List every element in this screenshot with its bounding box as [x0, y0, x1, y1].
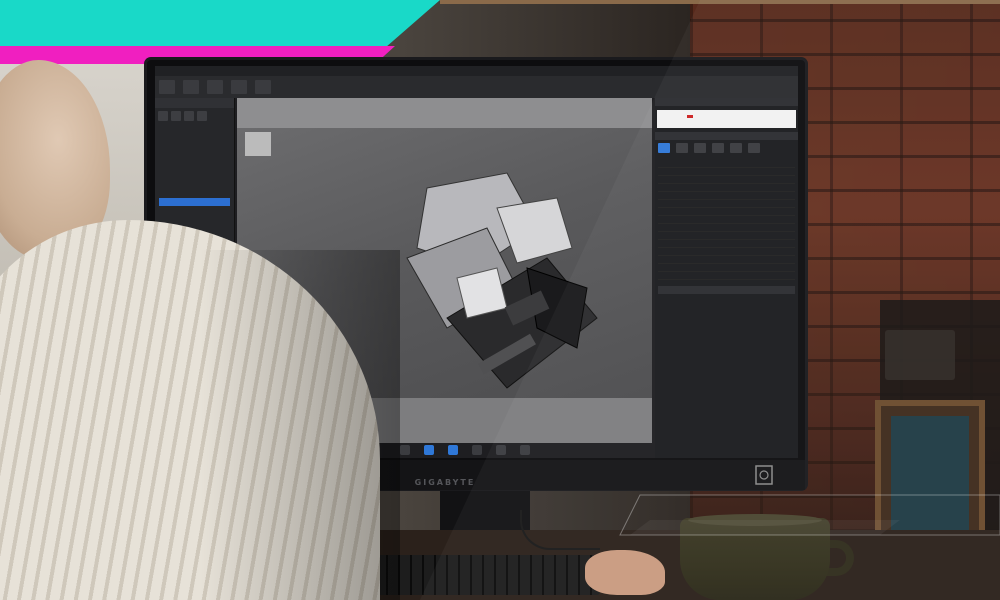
tree-row[interactable] — [658, 248, 795, 256]
tree-row[interactable] — [658, 184, 795, 192]
tree-row[interactable] — [658, 224, 795, 232]
scene-tabs — [655, 140, 798, 157]
dock-home-button[interactable] — [400, 445, 410, 455]
info-row — [658, 303, 795, 310]
dock-model-button[interactable] — [424, 445, 434, 455]
scene-tab[interactable] — [676, 143, 688, 154]
library-item[interactable] — [159, 174, 230, 182]
tree-row[interactable] — [658, 232, 795, 240]
info-row — [658, 331, 795, 338]
library-item[interactable] — [159, 166, 230, 174]
tool-icon[interactable] — [171, 111, 181, 121]
info-row — [658, 338, 795, 345]
render-icon — [520, 445, 530, 455]
library-toolbar — [155, 108, 234, 124]
library-item[interactable] — [159, 206, 230, 214]
library-item[interactable] — [159, 142, 230, 150]
scene-information-header — [658, 286, 795, 294]
library-item[interactable] — [159, 150, 230, 158]
light-icon — [496, 445, 506, 455]
ribbon-button[interactable] — [231, 80, 247, 94]
tree-row[interactable] — [658, 208, 795, 216]
tree-row[interactable] — [658, 160, 795, 168]
cube-icon — [424, 445, 434, 455]
scene-tab[interactable] — [730, 143, 742, 154]
ribbon-button[interactable] — [255, 80, 271, 94]
library-item[interactable] — [159, 126, 230, 134]
tree-row[interactable] — [658, 176, 795, 184]
tree-row[interactable] — [658, 200, 795, 208]
scene-tab[interactable] — [748, 143, 760, 154]
tree-row[interactable] — [658, 192, 795, 200]
library-item[interactable] — [159, 214, 230, 222]
library-item[interactable] — [159, 158, 230, 166]
framed-picture — [875, 400, 985, 550]
library-item[interactable] — [159, 190, 230, 198]
home-icon — [400, 445, 410, 455]
photo-scene: GIGABYTE — [0, 0, 1000, 600]
scene-tab[interactable] — [658, 143, 670, 154]
person-shadow — [200, 250, 400, 600]
app-menubar — [155, 66, 798, 76]
tree-row[interactable] — [658, 272, 795, 280]
viewport-backdrop — [237, 98, 652, 128]
speaker-icon — [755, 465, 773, 485]
dock-layers-button[interactable] — [448, 445, 458, 455]
info-row — [658, 324, 795, 331]
camera-icon — [472, 445, 482, 455]
tree-row[interactable] — [658, 264, 795, 272]
material-preview — [657, 110, 796, 128]
scene-tab[interactable] — [712, 143, 724, 154]
tree-row[interactable] — [658, 256, 795, 264]
tool-icon[interactable] — [158, 111, 168, 121]
tool-icon[interactable] — [184, 111, 194, 121]
coffee-mug — [680, 518, 830, 600]
dock-light-button[interactable] — [496, 445, 506, 455]
library-item[interactable] — [159, 134, 230, 142]
ribbon-button[interactable] — [159, 80, 175, 94]
info-row — [658, 296, 795, 303]
cyan-banner — [0, 0, 440, 46]
info-row — [658, 317, 795, 324]
mug-rim — [688, 514, 822, 526]
library-item-selected[interactable] — [159, 198, 230, 206]
library-panel-header — [155, 98, 234, 108]
viewcube-icon[interactable] — [245, 132, 271, 156]
scene-tree — [658, 160, 795, 280]
layers-icon — [448, 445, 458, 455]
library-item[interactable] — [159, 182, 230, 190]
tree-row[interactable] — [658, 240, 795, 248]
app-ribbon — [155, 76, 798, 98]
preview-panel-title — [655, 98, 798, 106]
scene-panel-title — [655, 132, 798, 140]
ribbon-button[interactable] — [183, 80, 199, 94]
tree-row[interactable] — [658, 216, 795, 224]
tree-row[interactable] — [658, 168, 795, 176]
scene-tab[interactable] — [694, 143, 706, 154]
ribbon-button[interactable] — [207, 80, 223, 94]
cable — [520, 510, 600, 550]
top-accent-line — [440, 0, 1000, 4]
scene-panel — [655, 98, 798, 458]
info-row — [658, 345, 795, 352]
info-row — [658, 352, 795, 359]
info-row — [658, 310, 795, 317]
tool-icon[interactable] — [197, 111, 207, 121]
dock-render-button[interactable] — [520, 445, 530, 455]
motherboard-model[interactable] — [387, 168, 607, 408]
monitor-brand-logo: GIGABYTE — [414, 478, 476, 487]
dock-camera-button[interactable] — [472, 445, 482, 455]
hand — [585, 550, 665, 595]
